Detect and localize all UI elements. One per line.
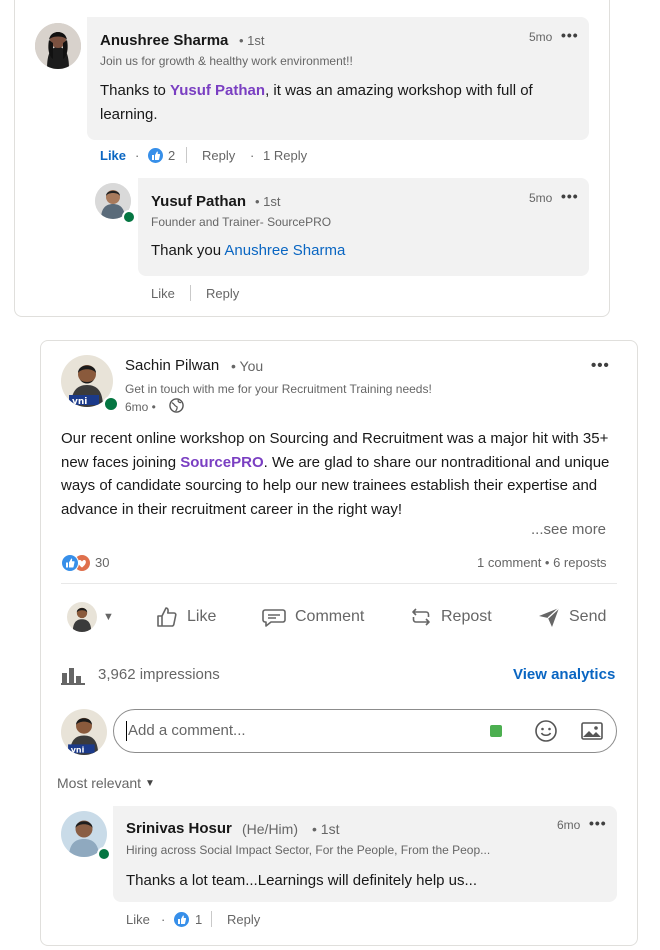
mention-link[interactable]: Yusuf Pathan	[170, 82, 265, 99]
dot-separator: ·	[250, 148, 255, 163]
comment-text: Thanks a lot team...Learnings will defin…	[126, 872, 478, 889]
comments-reposts-count[interactable]: 1 comment • 6 reposts	[477, 555, 607, 570]
view-analytics-link[interactable]: View analytics	[513, 666, 615, 683]
comment-timestamp: 5mo	[529, 30, 553, 44]
comment-author-name[interactable]: Srinivas Hosur	[126, 820, 232, 837]
svg-text:vni: vni	[72, 397, 87, 407]
reply-text: Thank you Anushree Sharma	[151, 239, 345, 263]
previous-post-card: Anushree Sharma • 1st Join us for growth…	[14, 0, 610, 317]
more-options-icon[interactable]: •••	[561, 188, 579, 204]
repost-icon	[412, 608, 430, 626]
online-status-icon	[103, 396, 119, 412]
reply-timestamp: 5mo	[529, 191, 553, 205]
comment-action-label: Comment	[295, 608, 365, 625]
see-more-link[interactable]: ...see more	[527, 521, 607, 538]
author-headline: Join us for growth & healthy work enviro…	[100, 54, 353, 68]
globe-icon	[169, 398, 184, 413]
impressions-count[interactable]: 3,962 impressions	[98, 666, 220, 683]
commenter-avatar: vni	[61, 709, 107, 755]
comment-input[interactable]: Add a comment...	[128, 722, 246, 739]
author-headline: Hiring across Social Impact Sector, For …	[126, 843, 491, 857]
thumbs-up-icon	[157, 607, 177, 627]
person-photo-icon	[35, 23, 81, 69]
caret-down-icon: ▼	[145, 777, 155, 789]
divider	[61, 583, 617, 584]
post-more-options-icon[interactable]: •••	[591, 357, 610, 374]
reaction-count[interactable]: 30	[95, 555, 109, 570]
comment-text-pre: Thanks to	[100, 82, 171, 99]
post-card: vni Sachin Pilwan • You Get in touch wit…	[40, 340, 638, 946]
replies-count-link[interactable]: 1 Reply	[263, 148, 307, 163]
reply-text-pre: Thank you	[151, 242, 225, 259]
like-reaction-icon	[61, 554, 79, 572]
reaction-count[interactable]: 2	[168, 148, 175, 163]
reaction-count[interactable]: 1	[195, 912, 202, 927]
connection-degree: • 1st	[312, 821, 340, 837]
comment-input-box[interactable]: Add a comment...	[113, 709, 617, 753]
like-button[interactable]: Like	[100, 148, 126, 163]
reply-button[interactable]: Reply	[227, 912, 260, 927]
like-action-label: Like	[187, 608, 217, 625]
like-button[interactable]: Like	[151, 286, 175, 301]
text-cursor	[126, 721, 127, 741]
avatar-anushree[interactable]	[35, 23, 81, 69]
more-options-icon[interactable]: •••	[561, 27, 579, 43]
divider	[186, 147, 187, 163]
emoji-icon[interactable]	[534, 719, 558, 743]
online-status-icon	[122, 210, 136, 224]
actor-avatar	[67, 602, 97, 632]
post-body: Our recent online workshop on Sourcing a…	[61, 427, 613, 521]
image-icon[interactable]	[580, 719, 604, 743]
reply-button[interactable]: Reply	[206, 286, 239, 301]
comment-icon	[262, 609, 286, 627]
like-reaction-icon	[174, 912, 189, 927]
reply-author-name[interactable]: Yusuf Pathan	[151, 193, 246, 210]
more-options-icon[interactable]: •••	[589, 815, 607, 831]
send-icon	[539, 607, 560, 627]
post-author-name[interactable]: Sachin Pilwan	[125, 357, 219, 374]
send-action-label: Send	[569, 608, 607, 625]
dot-separator: ·	[161, 912, 166, 927]
divider	[211, 911, 212, 927]
like-button[interactable]: Like	[126, 912, 150, 927]
sort-label: Most relevant	[57, 775, 142, 791]
dot-separator: ·	[135, 148, 140, 163]
online-status-icon	[97, 847, 111, 861]
author-headline: Get in touch with me for your Recruitmen…	[125, 382, 432, 396]
grammarly-icon	[490, 725, 502, 737]
post-timestamp: 6mo •	[125, 400, 156, 414]
you-label: • You	[231, 358, 264, 374]
like-action-button[interactable]: Like	[155, 597, 216, 637]
author-pronouns: (He/Him)	[242, 821, 298, 837]
connection-degree: • 1st	[239, 33, 265, 48]
comment-author-name[interactable]: Anushree Sharma	[100, 32, 228, 49]
divider	[190, 285, 191, 301]
like-reaction-icon	[148, 148, 163, 163]
connection-degree: • 1st	[255, 194, 281, 209]
svg-text:vni: vni	[71, 745, 85, 754]
mention-link[interactable]: SourcePRO	[180, 454, 263, 471]
analytics-bar-icon	[61, 665, 85, 685]
mention-link[interactable]: Anushree Sharma	[224, 242, 345, 259]
sort-dropdown[interactable]: Most relevant ▼	[57, 775, 155, 791]
send-action-button[interactable]: Send	[537, 597, 606, 637]
author-headline: Founder and Trainer- SourcePRO	[151, 215, 332, 229]
comment-action-button[interactable]: Comment	[261, 597, 364, 637]
repost-action-label: Repost	[441, 608, 492, 625]
comment-timestamp: 6mo	[557, 818, 581, 832]
repost-action-button[interactable]: Repost	[409, 597, 492, 637]
caret-down-icon: ▼	[103, 611, 114, 623]
reply-button[interactable]: Reply	[202, 148, 235, 163]
comment-text: Thanks to Yusuf Pathan, it was an amazin…	[100, 79, 580, 127]
post-as-selector[interactable]: ▼	[67, 597, 123, 637]
